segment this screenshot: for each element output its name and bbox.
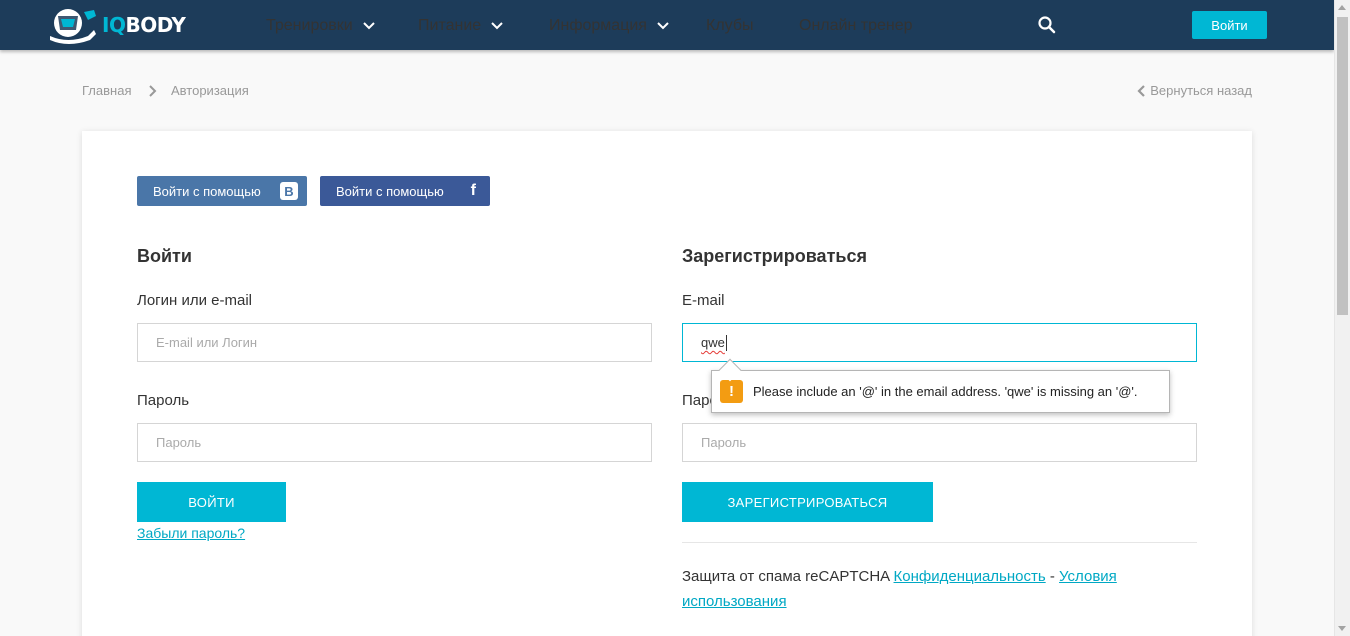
breadcrumb-current: Авторизация [171,83,249,98]
recaptcha-notice: Защита от спама reCAPTCHA Конфиденциальн… [682,564,1202,614]
nav-label: Питание [418,17,482,34]
nav-item-trainings[interactable]: Тренировки [266,17,375,35]
vk-login-label: Войти с помощью [153,183,261,199]
back-link-label: Вернуться назад [1150,83,1252,98]
login-input[interactable]: E-mail или Логин [137,323,652,362]
cut-off-text-line [682,629,1082,636]
warning-icon: ! [720,380,743,403]
register-email-label: E-mail [682,292,725,309]
register-password-input[interactable]: Пароль [682,423,1197,462]
password-field-label: Пароль [137,392,190,409]
nav-item-information[interactable]: Информация [549,17,669,35]
scroll-thumb[interactable] [1337,17,1348,315]
facebook-login-label: Войти с помощью [336,183,444,199]
recaptcha-separator: - [1049,568,1055,585]
back-link[interactable]: Вернуться назад [1137,83,1252,98]
privacy-link[interactable]: Конфиденциальность [894,568,1046,585]
logo-suffix: BODY [125,13,186,37]
validation-tooltip: ! Please include an '@' in the email add… [711,358,1170,413]
login-input-placeholder: E-mail или Логин [156,335,258,350]
nav-label: Тренировки [266,17,353,34]
login-field-label: Логин или e-mail [137,292,253,309]
forgot-password-link[interactable]: Забыли пароль? [137,525,245,541]
login-submit-button[interactable]: ВОЙТИ [137,482,286,522]
search-icon[interactable] [1038,16,1056,34]
chevron-down-icon [491,22,503,30]
validation-message: Please include an '@' in the email addre… [753,384,1138,399]
chevron-down-icon [362,22,375,30]
chevron-down-icon [657,22,669,30]
facebook-icon: f [470,182,476,199]
register-submit-button[interactable]: ЗАРЕГИСТРИРОВАТЬСЯ [682,482,933,522]
page-scrollbar[interactable] [1334,0,1350,636]
scroll-up-arrow-icon[interactable] [1338,5,1346,10]
logo-prefix: IQ [102,13,126,37]
logo[interactable]: IQBODY [48,6,186,44]
password-input[interactable]: Пароль [137,423,652,462]
top-navbar: IQBODY Тренировки Питание Информация Клу… [0,0,1334,50]
nav-label: Клубы [706,17,754,34]
chevron-right-icon [149,85,157,97]
text-caret [725,334,727,351]
divider [682,542,1197,543]
chevron-left-icon [1137,84,1146,97]
nav-label: Онлайн тренер [799,17,913,34]
nav-item-online-trainer[interactable]: Онлайн тренер [799,17,913,35]
scroll-down-arrow-icon[interactable] [1338,626,1346,631]
breadcrumb-home[interactable]: Главная [82,83,131,98]
vk-icon: В [280,182,298,200]
facebook-login-button[interactable]: Войти с помощью f [320,176,490,206]
nav-item-nutrition[interactable]: Питание [418,17,503,35]
recaptcha-text: Защита от спама reCAPTCHA [682,568,890,585]
logo-icon [50,9,96,44]
login-title: Войти [137,246,192,266]
logo-text: IQBODY [102,13,186,37]
register-title: Зарегистрироваться [682,246,867,266]
register-email-input[interactable]: qwe [682,323,1197,362]
nav-label: Информация [549,17,647,34]
vk-login-button[interactable]: Войти с помощью В [137,176,307,206]
header-login-button[interactable]: Войти [1192,11,1267,39]
password-input-placeholder: Пароль [156,435,202,450]
nav-item-clubs[interactable]: Клубы [706,17,754,35]
register-email-value: qwe [701,335,725,350]
register-password-placeholder: Пароль [701,435,747,450]
